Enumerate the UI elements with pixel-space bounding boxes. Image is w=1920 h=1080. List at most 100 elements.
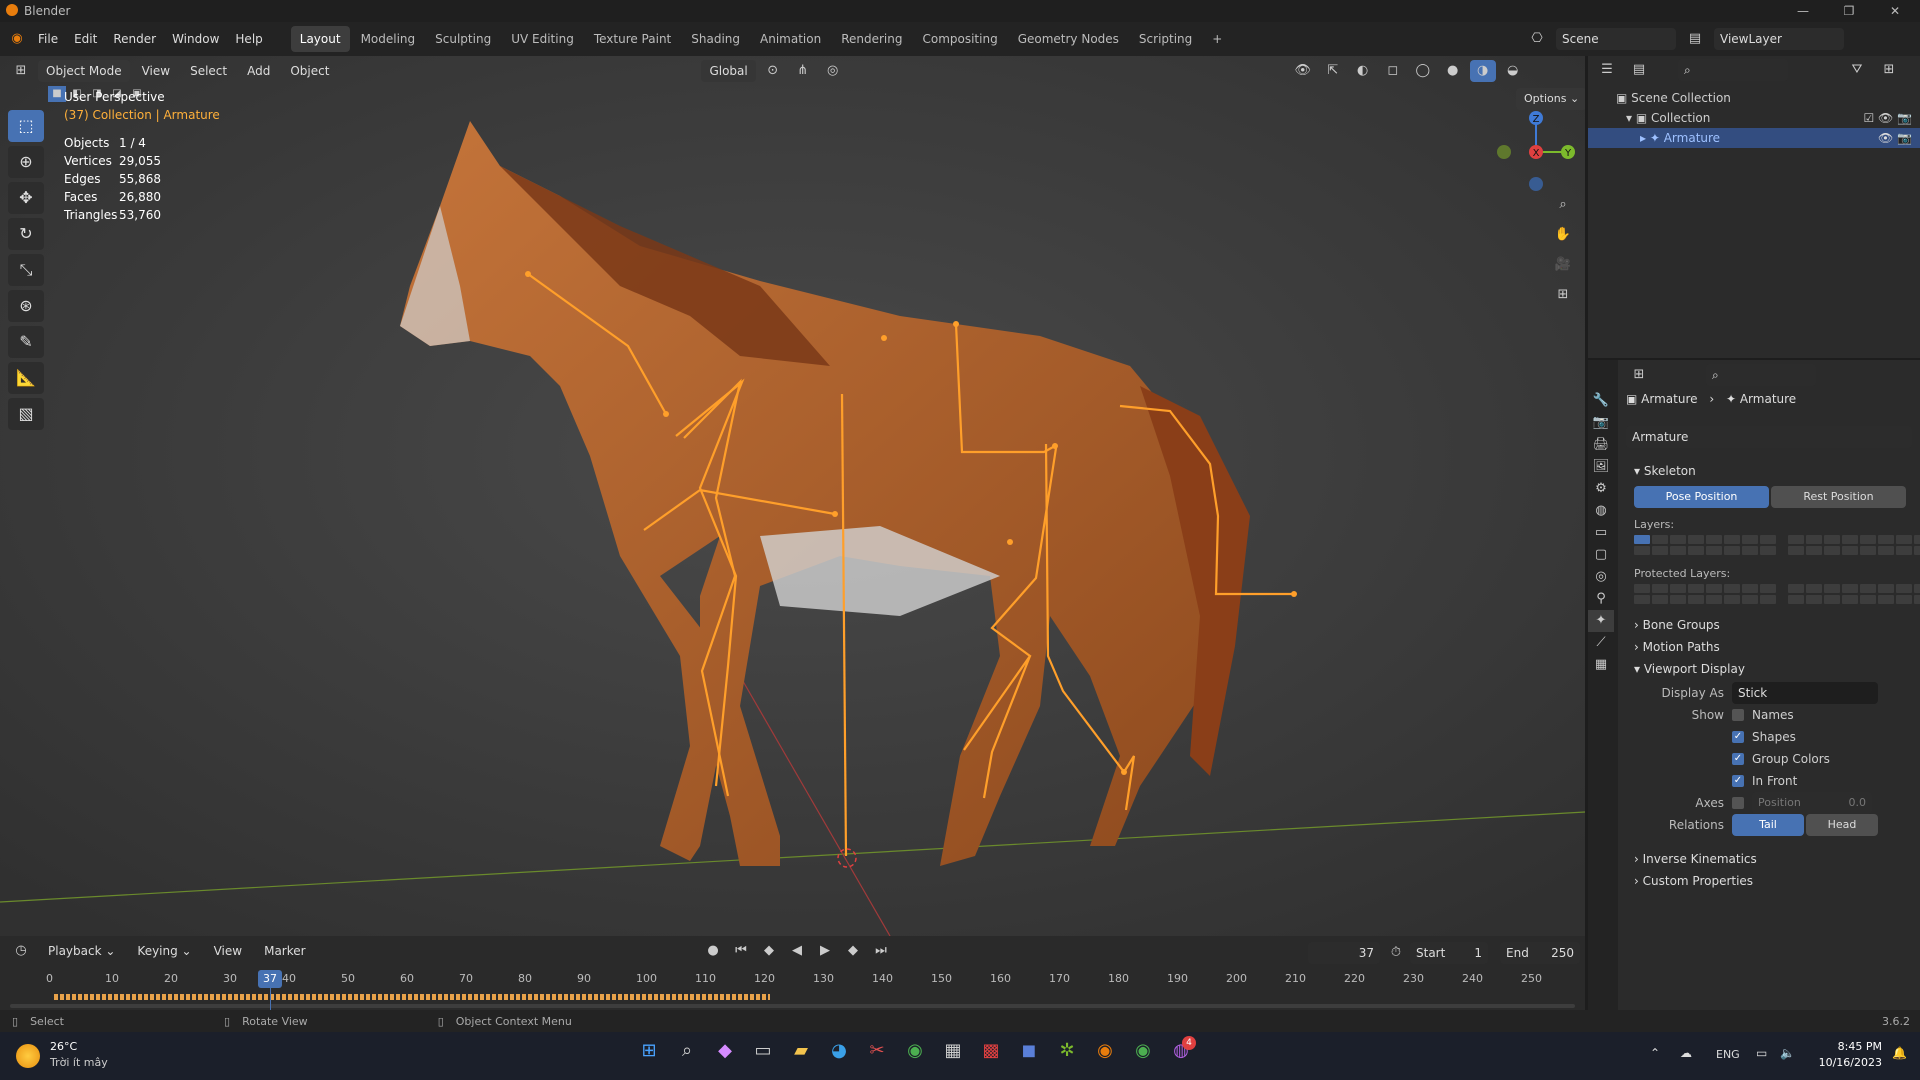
group-colors-checkbox[interactable]: ✓ [1732,753,1744,765]
play-reverse-icon[interactable]: ◀ [784,940,810,962]
play-icon[interactable]: ▶ [812,940,838,962]
scale-tool-icon[interactable]: ⤡ [8,254,44,286]
inverse-kinematics-panel-header[interactable]: › Inverse Kinematics [1626,848,1914,870]
world-tab-icon[interactable]: ◍ [1588,500,1614,522]
rest-position-button[interactable]: Rest Position [1771,486,1906,508]
measure-tool-icon[interactable]: 📐 [8,362,44,394]
keyframe-strip[interactable] [54,994,770,1000]
select-box-tool-icon[interactable]: ⬚ [8,110,44,142]
playhead-frame-badge[interactable]: 37 [258,970,282,988]
rotate-tool-icon[interactable]: ↻ [8,218,44,250]
shapes-checkbox[interactable]: ✓ [1732,731,1744,743]
timeline-view-menu[interactable]: View [206,940,250,962]
protected-layers-grid[interactable] [1626,584,1920,604]
view-layer-icon[interactable]: ▤ [1682,28,1708,50]
view-layer-field[interactable]: ViewLayer [1714,28,1844,50]
menu-window[interactable]: Window [164,22,227,56]
playback-menu[interactable]: Playback ⌄ [40,940,123,962]
tool-tab-icon[interactable]: 🔧 [1588,390,1614,412]
timeline-scrollbar[interactable] [10,1004,1575,1008]
collection-tab-icon[interactable]: ▭ [1588,522,1614,544]
messenger-icon[interactable]: ◍ 4 [1168,1036,1196,1062]
options-button[interactable]: Options ⌄ [1516,88,1585,110]
display-mode-icon[interactable]: ▤ [1626,59,1652,81]
add-cube-tool-icon[interactable]: ▧ [8,398,44,430]
viewport-menu-view[interactable]: View [134,56,178,88]
task-view-icon[interactable]: ▭ [750,1040,776,1062]
zoom-icon[interactable]: ⌕ [1550,194,1576,216]
marker-menu[interactable]: Marker [256,940,313,962]
transform-orientation-dropdown[interactable]: Global [701,60,756,82]
add-workspace-button[interactable]: + [1203,26,1231,52]
blender-menu-icon[interactable]: ◉ [4,28,30,50]
editor-type-icon[interactable]: ⊞ [8,60,34,82]
frame-ruler[interactable]: 0 10 20 30 40 50 60 70 80 90 100 110 120 130 140 150 160… [0,970,1585,990]
snipping-tool-icon[interactable]: ✂ [864,1040,890,1062]
physics-tab-icon[interactable]: ◎ [1588,566,1614,588]
solid-shading-icon[interactable]: ● [1440,60,1466,82]
custom-properties-panel-header[interactable]: › Custom Properties [1626,870,1914,892]
3d-viewport[interactable]: ⊞ Object Mode View Select Add Object Glo… [0,56,1585,936]
collection-toggles[interactable]: ☑ 👁 📷 [1863,108,1912,128]
view-layer-tab-icon[interactable]: 🖼 [1588,456,1614,478]
scene-field[interactable]: Scene [1556,28,1676,50]
axes-position-field[interactable]: Position 0.0 [1752,792,1872,814]
pan-hand-icon[interactable]: ✋ [1550,224,1576,246]
outliner-collection[interactable]: ▾ ▣ Collection ☑ 👁 📷 [1588,108,1920,128]
tab-animation[interactable]: Animation [751,26,830,52]
weather-icon[interactable] [16,1044,40,1068]
clock-date[interactable]: 10/16/2023 [1816,1056,1882,1069]
gizmo-toggle-icon[interactable]: ⇱ [1320,60,1346,82]
maximize-button[interactable]: ❐ [1826,0,1872,22]
start-frame-field[interactable]: Start 1 [1410,942,1488,964]
language-indicator[interactable]: ENG [1716,1048,1740,1061]
scene-icon[interactable]: ⎔ [1524,28,1550,50]
camera-view-icon[interactable]: 🎥 [1550,254,1576,276]
outliner-editor-icon[interactable]: ☰ [1594,59,1620,81]
scene-tab-icon[interactable]: ⚙ [1588,478,1614,500]
xray-icon[interactable]: ◻ [1380,60,1406,82]
search-icon[interactable]: ⌕ [674,1040,700,1062]
network-icon[interactable]: ▭ [1756,1046,1767,1060]
blender-taskbar-icon[interactable]: ◉ [1092,1040,1118,1062]
skeleton-panel-header[interactable]: ▾ Skeleton [1626,460,1914,482]
tab-modeling[interactable]: Modeling [352,26,425,52]
start-button-icon[interactable]: ⊞ [636,1040,662,1062]
names-checkbox[interactable] [1732,709,1744,721]
ortho-grid-icon[interactable]: ⊞ [1550,284,1576,306]
viewport-menu-add[interactable]: Add [239,56,278,88]
file-explorer-icon[interactable]: ▰ [788,1040,814,1062]
pivot-icon[interactable]: ⊙ [760,60,786,82]
jump-end-icon[interactable]: ⏭ [868,940,894,962]
tab-texture-paint[interactable]: Texture Paint [585,26,680,52]
office-icon[interactable]: ▩ [978,1040,1004,1062]
texture-tab-icon[interactable]: ▦ [1588,654,1614,676]
prev-keyframe-icon[interactable]: ◆ [756,940,782,962]
next-keyframe-icon[interactable]: ◆ [840,940,866,962]
filter-icon[interactable]: ⛛ [1844,59,1870,81]
object-tab-icon[interactable]: ▢ [1588,544,1614,566]
tab-sculpting[interactable]: Sculpting [426,26,500,52]
overlay-toggle-icon[interactable]: ◐ [1350,60,1376,82]
outliner-scene-collection[interactable]: ▣ Scene Collection [1588,84,1920,108]
edge-icon[interactable]: ◕ [826,1040,852,1062]
in-front-checkbox[interactable]: ✓ [1732,775,1744,787]
clock-icon[interactable]: ⏱ [1383,942,1409,964]
constraints-tab-icon[interactable]: ⚲ [1588,588,1614,610]
pose-position-button[interactable]: Pose Position [1634,486,1769,508]
jump-start-icon[interactable]: ⏮ [728,940,754,962]
properties-search-input[interactable]: ⌕ [1706,364,1816,386]
rendered-shading-icon[interactable]: ◒ [1500,60,1526,82]
relations-tail-button[interactable]: Tail [1732,814,1804,836]
props-editor-icon[interactable]: ⊞ [1626,364,1652,386]
proportional-edit-icon[interactable]: ◎ [820,60,846,82]
menu-edit[interactable]: Edit [66,22,105,56]
layers-grid[interactable] [1626,535,1920,555]
menu-file[interactable]: File [30,22,66,56]
tab-geometry-nodes[interactable]: Geometry Nodes [1009,26,1128,52]
app-m-icon[interactable]: ◼ [1016,1040,1042,1062]
notifications-bell-icon[interactable]: 🔔 [1892,1046,1907,1060]
armature-data-tab-icon[interactable]: ✦ [1588,610,1614,632]
viewport-menu-select[interactable]: Select [182,56,235,88]
snap-icon[interactable]: ⋔ [790,60,816,82]
